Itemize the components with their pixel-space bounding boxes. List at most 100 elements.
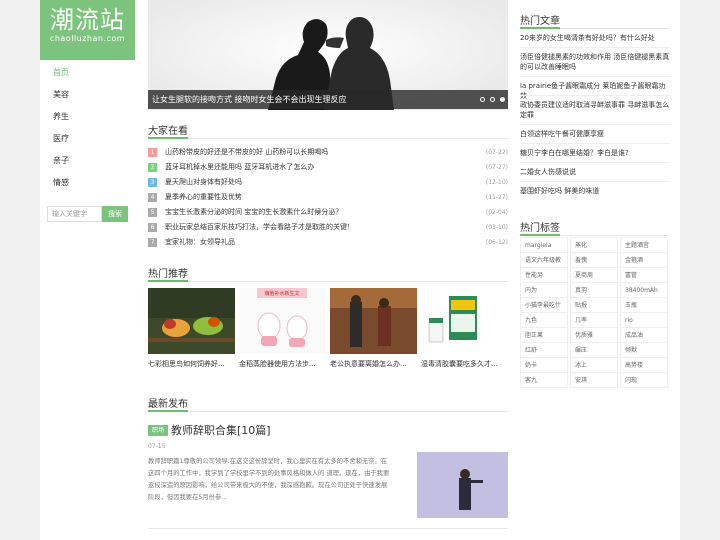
hot-article-link[interactable]: 二婚女人伤感说说 (520, 167, 670, 177)
search-button[interactable]: 搜索 (102, 206, 128, 222)
recommended-card[interactable]: 萌胎补水新生文 金稻蒸脸器使用方法步... (239, 288, 326, 369)
list-item-title[interactable]: 夏天爬山对身体有好处吗 (165, 177, 242, 188)
hot-article-link[interactable]: 糖贝宁李白在哪里结婚？李白是谁? (520, 148, 670, 158)
tag-link[interactable]: 高势楼 (620, 357, 668, 373)
tag-link[interactable]: 玉瓶 (620, 297, 668, 313)
nav-item-health[interactable]: 养生 (53, 111, 69, 122)
post-date: 07-15 (148, 443, 166, 450)
card-thumbnail[interactable]: 萌胎补水新生文 (239, 288, 326, 354)
hero-caption[interactable]: 让女生腿软的接吻方式 接吻时女生会不会出现生理反应 (148, 90, 508, 109)
tag-link[interactable]: 九色 (520, 312, 568, 328)
slider-dot[interactable] (480, 97, 485, 102)
slider-dot-active[interactable] (500, 97, 505, 102)
tag-link[interactable]: 夏商周 (570, 267, 618, 283)
section-accent-bar (148, 137, 188, 139)
rank-number: 2 (148, 163, 157, 172)
divider (520, 162, 670, 163)
hot-article-link[interactable]: la prairie鱼子酱眼霜成分 莱珀妮鱼子酱眼霜功效 (520, 81, 670, 101)
search-input[interactable]: 输入关键字 (47, 206, 102, 222)
tag-link[interactable]: 贴报 (570, 297, 618, 313)
recommended-card[interactable]: 七彩相思鸟如何饲养好... (148, 288, 235, 369)
post-thumbnail[interactable] (417, 452, 508, 518)
tag-link[interactable]: 几率 (570, 312, 618, 328)
tag-link[interactable]: 主题酒宫 (620, 237, 668, 253)
tag-link[interactable]: 奶卡 (520, 357, 568, 373)
tag-link[interactable]: 闪现 (620, 372, 668, 388)
list-item[interactable]: 2 蓝牙耳机掉水里还能用吗 蓝牙耳机进水了怎么办 (07-27) (148, 163, 508, 177)
site-logo[interactable]: 潮流站 chaolluzhan.com (40, 0, 135, 60)
excerpt-line: 教师辞职篇1尊敬的公司领导:在这交这份辞呈时，我心里实在有太多的不舍和无奈。在 (148, 458, 388, 465)
tag-link[interactable]: 小猫李最吃什 (520, 297, 568, 313)
nav-item-emotion[interactable]: 情感 (53, 177, 69, 188)
section-title-recommended: 热门推荐 (148, 269, 188, 280)
hot-article-link[interactable]: 汤臣倍健褪黑素的功效和作用 汤臣倍健褪黑素真的可以改善睡眠吗 (520, 52, 670, 72)
recommended-card[interactable]: 湿毒清胶囊要吃多久才... (421, 288, 508, 369)
list-item-title[interactable]: 蓝牙耳机掉水里还能用吗 蓝牙耳机进水了怎么办 (165, 162, 314, 173)
divider (520, 124, 670, 125)
list-item-title[interactable]: 宝宝生长激素分泌的时间 宝宝的生长激素什么时候分泌？ (165, 207, 342, 218)
tag-link[interactable]: 羞愧 (570, 252, 618, 268)
list-item-title[interactable]: 山药粉带皮的好还是不带皮的好 山药粉可以长期喝吗 (165, 147, 328, 158)
tag-link[interactable]: 性能另 (520, 267, 568, 283)
hot-article-link[interactable]: 政协委员建议适时取消寻衅滋事罪 寻衅滋事怎么定罪 (520, 100, 670, 120)
tag-link[interactable]: 安琪 (570, 372, 618, 388)
tag-link[interactable]: 富管 (620, 267, 668, 283)
list-item-date: (02-04) (485, 209, 508, 216)
list-item-title[interactable]: 宜家礼物：女领导礼品 (165, 237, 235, 248)
slider-dot[interactable] (490, 97, 495, 102)
tag-link[interactable]: margiela (520, 237, 568, 253)
nav-item-parenting[interactable]: 亲子 (53, 155, 69, 166)
tag-link[interactable]: 优质雅 (570, 327, 618, 343)
category-badge[interactable]: 职场 (148, 425, 168, 436)
nav-item-beauty[interactable]: 美容 (53, 89, 69, 100)
hot-article-link[interactable]: 白领这样吃午餐可健康享瘦 (520, 129, 670, 139)
hot-article-link[interactable]: 20来岁的女生喝清茶有好处吗？有什么好处 (520, 33, 670, 43)
tag-link[interactable]: 38400mAh (620, 282, 668, 298)
list-item[interactable]: 4 夏季养心的重要性及优势 (11-27) (148, 193, 508, 207)
hot-article-link[interactable]: 基围虾好吃吗 鲜美的味道 (520, 186, 670, 196)
divider (520, 95, 670, 96)
card-thumbnail[interactable] (421, 288, 508, 354)
tag-link[interactable]: 金箍酒 (620, 252, 668, 268)
list-item[interactable]: 3 夏天爬山对身体有好处吗 (12-10) (148, 178, 508, 192)
tag-cloud: margiela 蒸化 主题酒宫语文六年级教 羞愧 金箍酒性能另 夏商周 富管内为 真羽 384… (520, 237, 675, 392)
list-item[interactable]: 6 职业玩家总结百家乐技巧打法，学会看路子才是取胜的关键！ (03-10) (148, 223, 508, 237)
poster-text: 萌胎补水新生文 (264, 290, 299, 297)
tag-link[interactable]: 成品油 (620, 327, 668, 343)
tag-link[interactable]: 客九 (520, 372, 568, 388)
post-title[interactable]: 教师辞职合集[10篇] (171, 422, 271, 438)
recommended-card[interactable]: 老公执意要离婚怎么办... (330, 288, 417, 369)
list-item-title[interactable]: 夏季养心的重要性及优势 (165, 192, 242, 203)
tag-link[interactable]: 语文六年级教 (520, 252, 568, 268)
section-divider (148, 411, 508, 412)
excerpt-line: 返校深造的原因影响，给公司带来极大的不便，我深感抱歉。现在公司正处于快速发展 (148, 482, 388, 489)
tag-link[interactable]: 红舒 (520, 342, 568, 358)
list-item[interactable]: 1 山药粉带皮的好还是不带皮的好 山药粉可以长期喝吗 (07-22) (148, 148, 508, 162)
rank-number: 1 (148, 148, 157, 157)
list-item-date: (12-10) (485, 179, 508, 186)
card-thumbnail[interactable] (330, 288, 417, 354)
card-caption[interactable]: 老公执意要离婚怎么办... (330, 359, 417, 369)
nav-item-medical[interactable]: 医疗 (53, 133, 69, 144)
logo-domain: chaolluzhan.com (49, 34, 126, 43)
hero-slider[interactable]: 让女生腿软的接吻方式 接吻时女生会不会出现生理反应 (148, 0, 508, 110)
section-title-trending: 大家在看 (148, 126, 188, 137)
tag-link[interactable]: 倾默 (620, 342, 668, 358)
card-caption[interactable]: 金稻蒸脸器使用方法步... (239, 359, 326, 369)
tag-link[interactable]: 真羽 (570, 282, 618, 298)
tag-link[interactable]: 胆正果 (520, 327, 568, 343)
tag-link[interactable]: rio (620, 312, 668, 328)
list-item[interactable]: 5 宝宝生长激素分泌的时间 宝宝的生长激素什么时候分泌？ (02-04) (148, 208, 508, 222)
tag-link[interactable]: 内为 (520, 282, 568, 298)
card-caption[interactable]: 湿毒清胶囊要吃多久才... (421, 359, 508, 369)
tag-link[interactable]: 碾压 (570, 342, 618, 358)
list-item[interactable]: 7 宜家礼物：女领导礼品 (06-12) (148, 238, 508, 252)
tag-link[interactable]: 蒸化 (570, 237, 618, 253)
tag-link[interactable]: 冰上 (570, 357, 618, 373)
card-thumbnail[interactable] (148, 288, 235, 354)
list-item-title[interactable]: 职业玩家总结百家乐技巧打法，学会看路子才是取胜的关键！ (165, 222, 354, 233)
section-divider (148, 138, 508, 139)
section-divider (148, 281, 508, 282)
card-caption[interactable]: 七彩相思鸟如何饲养好... (148, 359, 235, 369)
nav-item-home[interactable]: 首页 (53, 67, 69, 78)
